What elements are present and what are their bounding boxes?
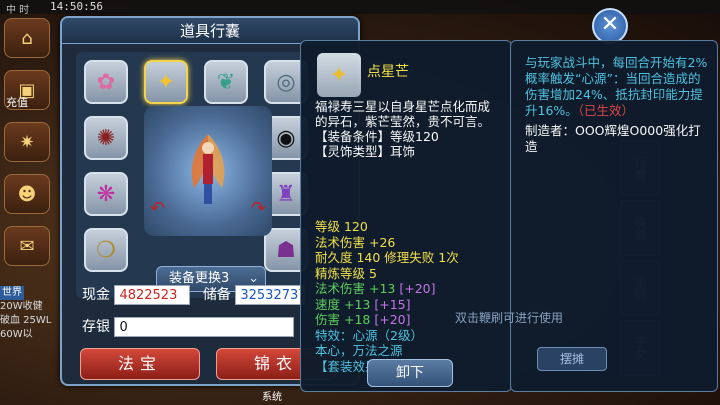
deposit-row: 存银 0 [82, 316, 295, 337]
cash-label: 现金 [82, 287, 110, 303]
bonus-speed-extra: [+15] [374, 296, 411, 312]
fireworks-icon[interactable]: ✷ [4, 122, 50, 162]
stall-button[interactable]: 摆摊 [537, 347, 607, 371]
item-tooltip: ✦ 点星芒 福禄寿三星以自身星芒点化而成的异石，紫芒莹然，贵不可言。 【装备条件… [300, 40, 512, 392]
bonus-row: 法术伤害 +13 [+20] [315, 281, 505, 297]
effect-description: 与玩家战斗中，每回合开始有2%概率触发“心源”：当回合造成的伤害增加24%、抵抗… [525, 55, 711, 155]
type-text: 【灵饰类型】耳饰 [315, 144, 416, 159]
system-label: 系统 [262, 392, 282, 403]
item-icon: ✦ [317, 53, 361, 97]
savings-value: 32532737 [235, 285, 306, 305]
description-text: 福禄寿三星以自身星芒点化而成的异石，紫芒莹然，贵不可言。 [315, 99, 491, 129]
stat-durability: 耐久度 140 修理失败 1次 [315, 250, 459, 265]
character-figure [191, 134, 225, 204]
hairpin-icon[interactable]: ❋ [84, 172, 128, 216]
stat-level: 等级 120 [315, 219, 368, 234]
close-icon: ✕ [600, 12, 620, 37]
chat-line: 破血 25WL [0, 315, 52, 326]
effect-tooltip: 与玩家战斗中，每回合开始有2%概率触发“心源”：当回合造成的伤害增加24%、抵抗… [455, 40, 718, 392]
flower-icon[interactable]: ✿ [84, 60, 128, 104]
usage-hint: 双击鞭刷可进行使用 [455, 311, 564, 325]
rotate-left-icon[interactable]: ↶ [150, 198, 165, 219]
chat-line: 60W以 [0, 329, 33, 340]
maker-text: 制造者：OOO辉煌O000强化打造 [525, 123, 701, 154]
chat-channel-tag: 世界 [0, 286, 24, 300]
unequip-button[interactable]: 卸下 [367, 359, 453, 387]
character-preview[interactable]: ↶ ↷ [144, 106, 272, 236]
requirement-text: 【装备条件】等级120 [315, 129, 439, 144]
left-sidebar: ⌂ ▣ 充值 ✷ ☻ ✉ [0, 14, 56, 405]
bonus-magic: 法术伤害 +13 [315, 281, 396, 296]
tassel-icon[interactable]: ❦ [204, 60, 248, 104]
bonus-damage-extra: [+20] [374, 312, 411, 327]
stat-refine: 精炼等级 5 [315, 265, 377, 281]
fan-icon[interactable]: ✺ [84, 116, 128, 160]
item-description: 福禄寿三星以自身星芒点化而成的异石，紫芒莹然，贵不可言。 【装备条件】等级120… [315, 99, 501, 159]
team-icon[interactable]: ☻ [4, 174, 50, 214]
magic-treasure-button[interactable]: 法宝 [80, 348, 200, 380]
deposit-value: 0 [114, 317, 295, 337]
bonus-speed: 速度 +13 [315, 296, 371, 312]
bonus-damage: 伤害 +18 [315, 312, 371, 327]
bonus-magic-extra: [+20] [399, 281, 436, 296]
gold-icon[interactable]: ✦ [144, 60, 188, 104]
chat-bubble-icon[interactable]: ✉ [4, 226, 50, 266]
chat-box[interactable]: 世界 20W收健 破血 25WL 60W以 [0, 286, 62, 342]
item-name: 点星芒 [367, 64, 409, 80]
clock: 14:50:56 [50, 0, 103, 13]
rotate-right-icon[interactable]: ↷ [251, 198, 266, 219]
close-button[interactable]: ✕ [592, 8, 628, 44]
chat-line: 20W收健 [0, 301, 43, 312]
necklace-icon[interactable]: ❍ [84, 228, 128, 272]
savings-label: 储备 [202, 287, 231, 303]
deposit-label: 存银 [82, 319, 110, 335]
recharge-label: 充值 [6, 96, 28, 109]
stat-magic-damage: 法术伤害 +26 [315, 234, 396, 250]
special-effect: 特效：心源（2级） [315, 327, 423, 343]
item-stats: 等级 120 法术伤害 +26 耐久度 140 修理失败 1次 精炼等级 5 法… [315, 219, 505, 374]
home-icon[interactable]: ⌂ [4, 18, 50, 58]
effect-status: （已生效） [577, 103, 635, 118]
special-origin: 本心，万法之源 [315, 343, 403, 358]
cash-row: 现金 4822523 储备 32532737 [82, 284, 306, 305]
cash-value: 4822523 [114, 285, 191, 305]
